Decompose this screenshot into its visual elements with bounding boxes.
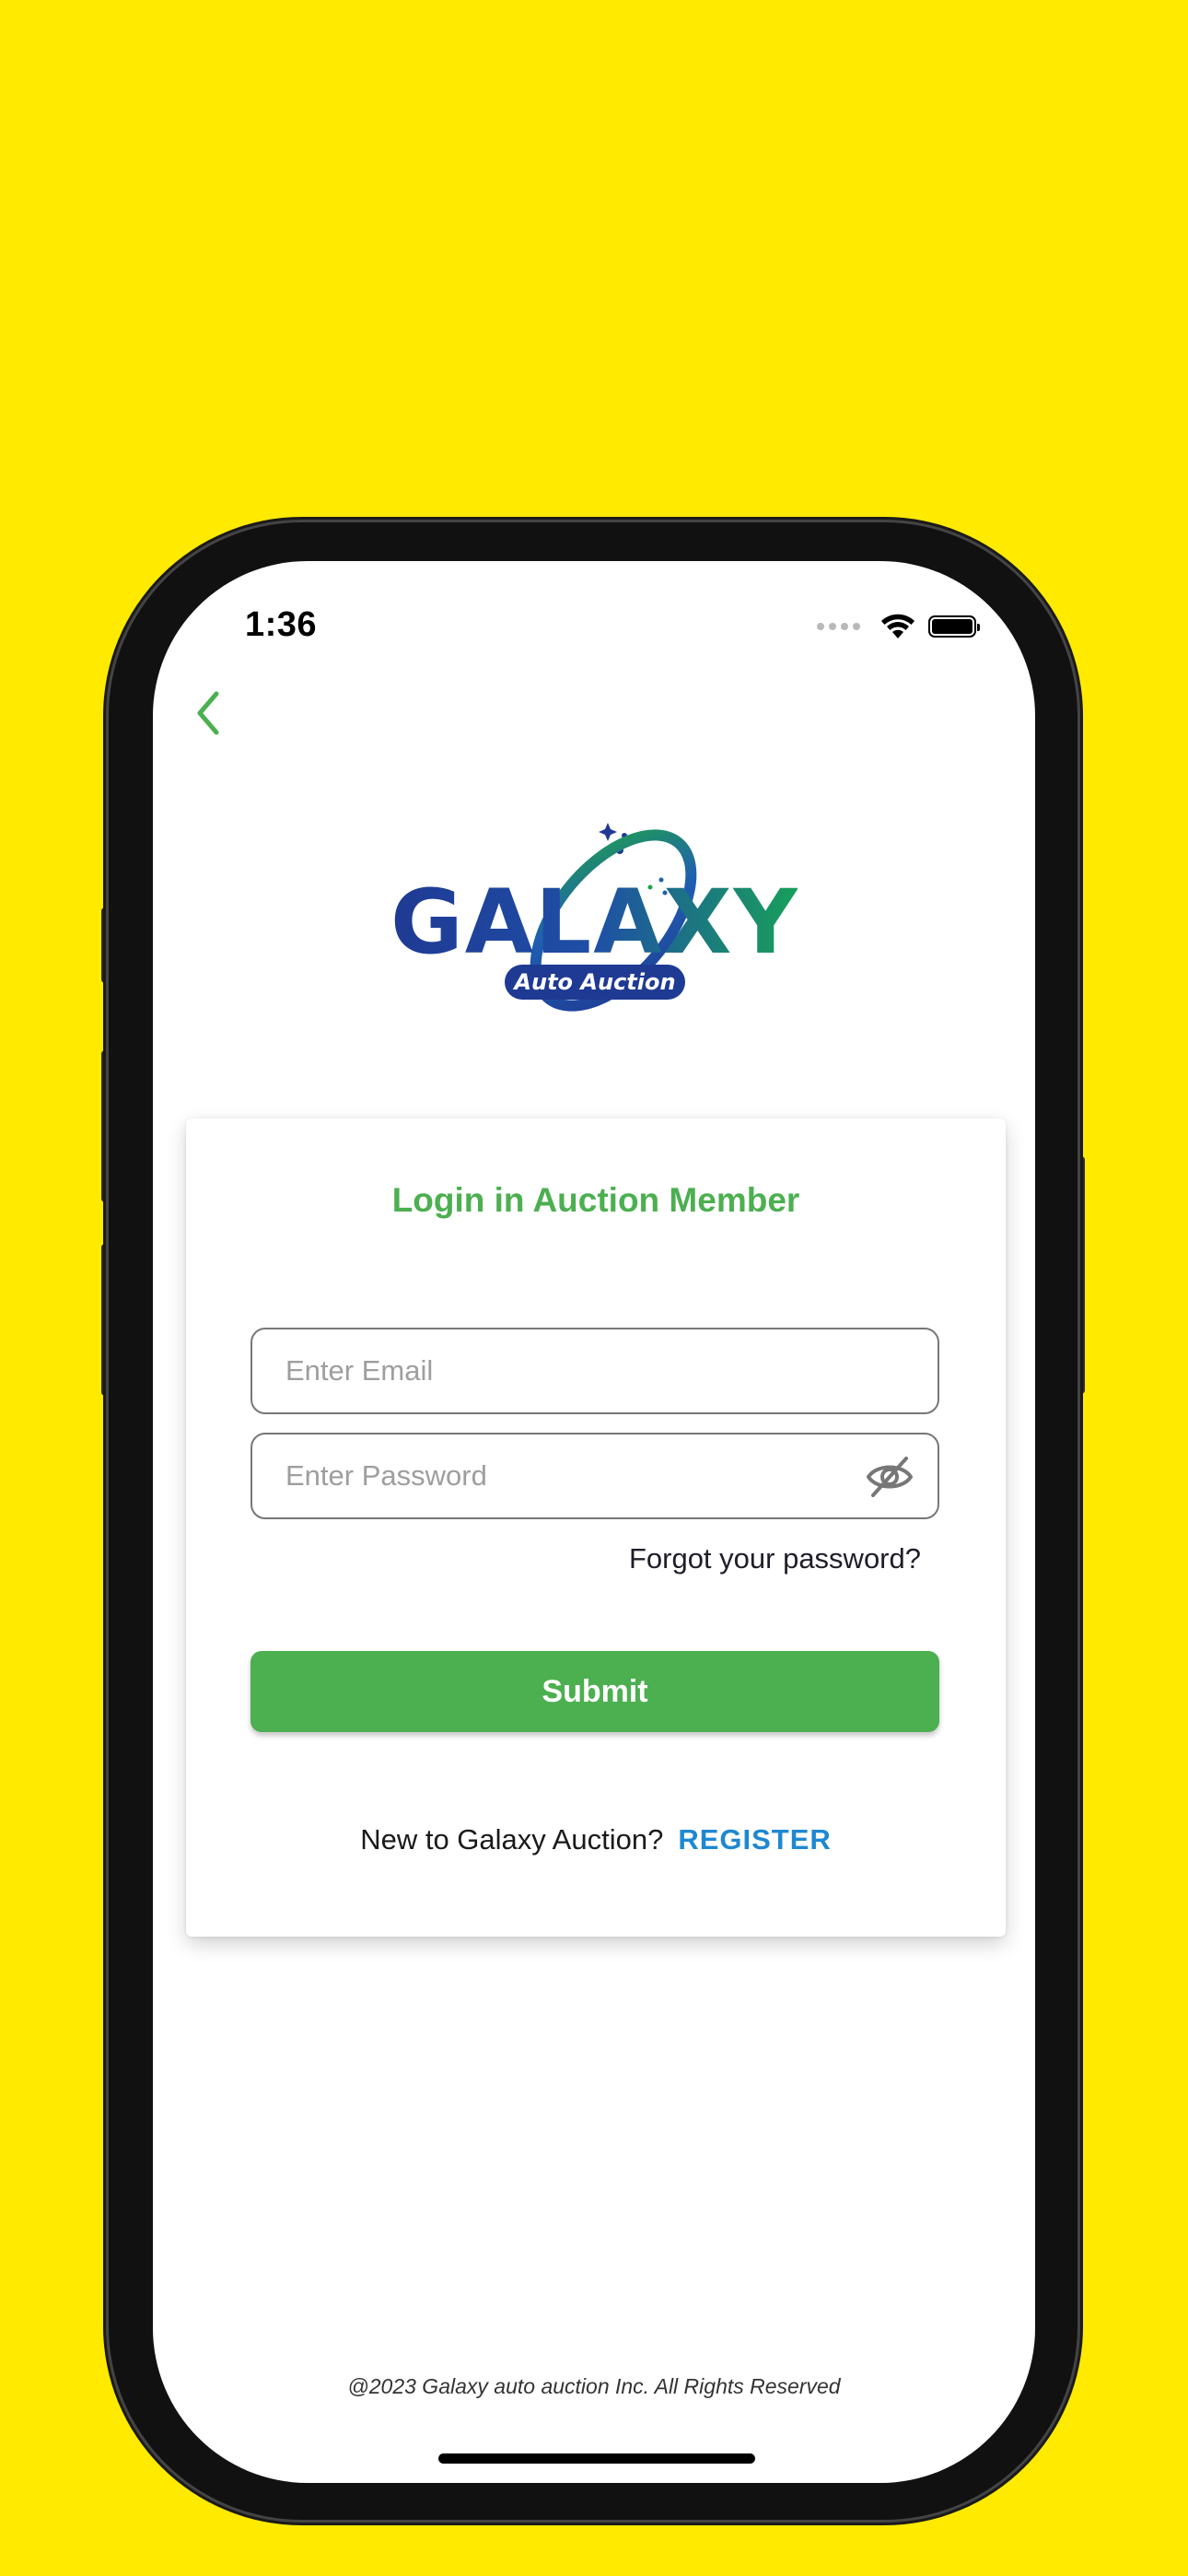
register-link[interactable]: REGISTER xyxy=(678,1823,831,1856)
login-title: Login in Auction Member xyxy=(391,1181,800,1219)
galaxy-auto-auction-logo: GALAXY Auto Auction xyxy=(392,823,798,1012)
password-input[interactable] xyxy=(252,1434,938,1517)
logo-wordmark: GALAXY xyxy=(392,871,798,974)
eye-off-icon xyxy=(867,1457,913,1497)
copyright-footer: @2023 Galaxy auto auction Inc. All Right… xyxy=(347,2374,841,2398)
back-button[interactable] xyxy=(181,685,236,741)
email-field[interactable] xyxy=(250,1328,939,1414)
app-screen: 1:36 GALAXY Auto Auction Login in Auctio… xyxy=(153,561,1035,2483)
phone-frame: 1:36 GALAXY Auto Auction Login in Auctio… xyxy=(109,522,1077,2520)
password-visibility-toggle[interactable] xyxy=(866,1455,914,1499)
submit-button[interactable]: Submit xyxy=(250,1651,939,1732)
chevron-left-icon xyxy=(197,691,219,735)
logo-subtitle: Auto Auction xyxy=(512,969,675,995)
status-indicators xyxy=(817,613,980,640)
volume-down-button xyxy=(101,1244,109,1396)
password-field[interactable] xyxy=(250,1433,939,1519)
volume-up-button xyxy=(101,1050,109,1202)
email-input[interactable] xyxy=(252,1329,938,1412)
silent-switch xyxy=(101,907,109,983)
login-card: Login in Auction Member Forgot your pass… xyxy=(186,1118,1006,1937)
register-row: New to Galaxy Auction? REGISTER xyxy=(186,1823,1006,1856)
wifi-icon xyxy=(881,614,914,638)
register-prompt: New to Galaxy Auction? xyxy=(360,1823,664,1856)
home-indicator[interactable] xyxy=(438,2453,755,2464)
power-button xyxy=(1077,1156,1085,1394)
battery-icon xyxy=(928,615,980,638)
status-time: 1:36 xyxy=(245,605,318,644)
cellular-signal-icon xyxy=(817,623,860,630)
forgot-password-link[interactable]: Forgot your password? xyxy=(629,1542,921,1575)
